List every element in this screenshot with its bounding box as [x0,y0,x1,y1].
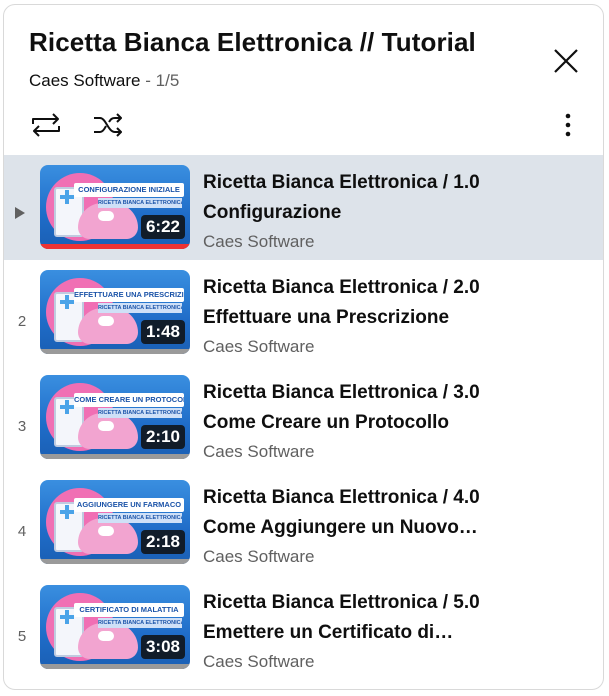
video-title[interactable]: Ricetta Bianca Elettronica / 4.0 Come Ag… [203,483,583,543]
item-info: Ricetta Bianca Elettronica / 2.0 Effettu… [203,273,583,357]
video-title[interactable]: Ricetta Bianca Elettronica / 3.0 Come Cr… [203,378,583,438]
playlist-item[interactable]: 4 AGGIUNGERE UN FARMACO RICETTA BIANCA E… [4,470,603,575]
duration-badge: 2:18 [140,530,185,554]
item-info: Ricetta Bianca Elettronica / 1.0 Configu… [203,168,583,252]
item-index: 2 [17,313,27,330]
video-title-line1: Ricetta Bianca Elettronica / 3.0 [203,382,480,403]
playlist-item[interactable]: 3 COME CREARE UN PROTOCOLLO RICETTA BIAN… [4,365,603,470]
loop-button[interactable] [28,107,64,143]
playlist-title[interactable]: Ricetta Bianca Elettronica // Tutorial [29,27,476,58]
thumbnail-hand-art [78,623,138,659]
watch-progress-bar [40,244,190,249]
item-info: Ricetta Bianca Elettronica / 5.0 Emetter… [203,588,583,672]
thumbnail-subbanner: RICETTA BIANCA ELETTRONICA [98,513,182,523]
video-title[interactable]: Ricetta Bianca Elettronica / 1.0 Configu… [203,168,583,228]
thumbnail-pill-art [98,211,114,221]
duration-badge: 1:48 [140,320,185,344]
close-button[interactable] [548,43,584,79]
thumbnail-banner: CONFIGURAZIONE INIZIALE [74,183,184,197]
playlist-item[interactable]: 5 CERTIFICATO DI MALATTIA RICETTA BIANCA… [4,575,603,680]
video-title-line2: Come Creare un Protocollo [203,412,449,433]
video-channel[interactable]: Caes Software [203,652,583,672]
thumbnail-banner: EFFETTUARE UNA PRESCRIZIONE [74,288,184,302]
watch-progress-bar [40,349,190,354]
watch-progress-bar [40,454,190,459]
subtitle-separator: - [145,71,151,90]
video-thumbnail[interactable]: AGGIUNGERE UN FARMACO RICETTA BIANCA ELE… [40,480,190,564]
video-title-line1: Ricetta Bianca Elettronica / 1.0 [203,172,480,193]
thumbnail-subbanner: RICETTA BIANCA ELETTRONICA [98,408,182,418]
item-index: 3 [17,418,27,435]
watch-progress-bar [40,664,190,669]
playlist-position: 1/5 [155,71,180,90]
thumbnail-cross-art-vertical [65,190,69,204]
playlist-item[interactable]: 2 EFFETTUARE UNA PRESCRIZIONE RICETTA BI… [4,260,603,365]
playlist-header: Ricetta Bianca Elettronica // Tutorial C… [4,5,603,155]
video-title[interactable]: Ricetta Bianca Elettronica / 2.0 Effettu… [203,273,583,333]
duration-badge: 6:22 [140,215,185,239]
thumbnail-banner: AGGIUNGERE UN FARMACO [74,498,184,512]
more-options-button[interactable] [550,107,586,143]
video-title-line1: Ricetta Bianca Elettronica / 2.0 [203,277,480,298]
video-title-line2: Come Aggiungere un Nuovo… [203,517,478,538]
thumbnail-hand-art [78,308,138,344]
duration-badge: 3:08 [140,635,185,659]
video-channel[interactable]: Caes Software [203,232,583,252]
playlist-channel[interactable]: Caes Software [29,71,141,90]
thumbnail-hand-art [78,518,138,554]
thumbnail-subbanner: RICETTA BIANCA ELETTRONICA [98,303,182,313]
watch-progress-bar [40,559,190,564]
thumbnail-cross-art-vertical [65,295,69,309]
playlist-panel: Ricetta Bianca Elettronica // Tutorial C… [3,4,604,690]
item-info: Ricetta Bianca Elettronica / 4.0 Come Ag… [203,483,583,567]
playlist-items: CONFIGURAZIONE INIZIALE RICETTA BIANCA E… [4,155,603,680]
thumbnail-subbanner: RICETTA BIANCA ELETTRONICA [98,618,182,628]
item-info: Ricetta Bianca Elettronica / 3.0 Come Cr… [203,378,583,462]
item-index: 4 [17,523,27,540]
video-title[interactable]: Ricetta Bianca Elettronica / 5.0 Emetter… [203,588,583,648]
video-title-line1: Ricetta Bianca Elettronica / 5.0 [203,592,480,613]
shuffle-button[interactable] [90,107,126,143]
duration-badge: 2:10 [140,425,185,449]
playlist-subtitle: Caes Software - 1/5 [29,71,179,91]
thumbnail-pill-art [98,631,114,641]
item-index [4,155,40,260]
video-thumbnail[interactable]: CONFIGURAZIONE INIZIALE RICETTA BIANCA E… [40,165,190,249]
thumbnail-pill-art [98,526,114,536]
thumbnail-cross-art-vertical [65,400,69,414]
shuffle-icon [94,113,122,137]
video-title-line2: Effettuare una Prescrizione [203,307,450,328]
video-title-line1: Ricetta Bianca Elettronica / 4.0 [203,487,480,508]
video-thumbnail[interactable]: EFFETTUARE UNA PRESCRIZIONE RICETTA BIAN… [40,270,190,354]
item-index: 5 [17,628,27,645]
video-title-line2: Emettere un Certificato di… [203,622,454,643]
video-channel[interactable]: Caes Software [203,547,583,567]
close-icon [554,49,578,73]
video-title-line2: Configurazione [203,202,342,223]
thumbnail-hand-art [78,203,138,239]
thumbnail-hand-art [78,413,138,449]
thumbnail-banner: COME CREARE UN PROTOCOLLO [74,393,184,407]
thumbnail-banner: CERTIFICATO DI MALATTIA [74,603,184,617]
thumbnail-cross-art-vertical [65,505,69,519]
thumbnail-pill-art [98,316,114,326]
playlist-item[interactable]: CONFIGURAZIONE INIZIALE RICETTA BIANCA E… [4,155,603,260]
thumbnail-cross-art-vertical [65,610,69,624]
more-vert-icon [565,113,571,137]
video-thumbnail[interactable]: COME CREARE UN PROTOCOLLO RICETTA BIANCA… [40,375,190,459]
loop-icon [32,113,60,137]
video-channel[interactable]: Caes Software [203,337,583,357]
video-channel[interactable]: Caes Software [203,442,583,462]
thumbnail-pill-art [98,421,114,431]
thumbnail-subbanner: RICETTA BIANCA ELETTRONICA [98,198,182,208]
video-thumbnail[interactable]: CERTIFICATO DI MALATTIA RICETTA BIANCA E… [40,585,190,669]
